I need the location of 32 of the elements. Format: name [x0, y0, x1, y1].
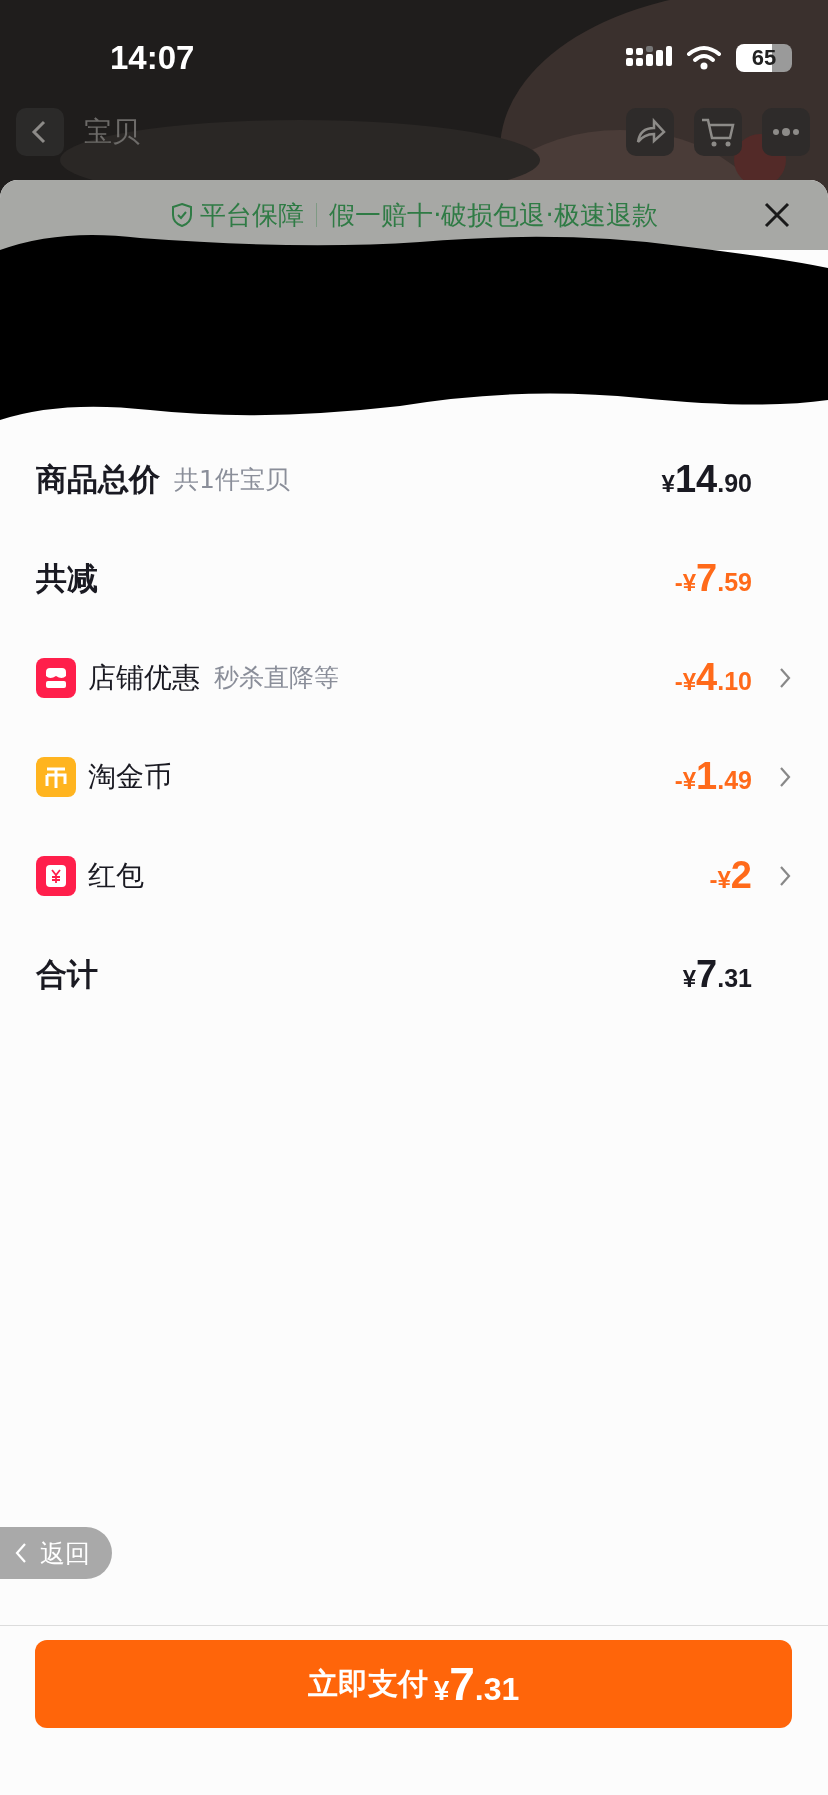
cart-icon[interactable] [694, 108, 742, 156]
amount-text: ¥7.31 [682, 953, 752, 996]
back-button[interactable]: 返回 [0, 1527, 112, 1579]
banner-text: 假一赔十·破损包退·极速退款 [329, 198, 658, 232]
shield-icon [170, 202, 195, 228]
share-icon[interactable] [626, 108, 674, 156]
coin-icon [36, 756, 76, 797]
row-label: 合计 [36, 954, 98, 994]
banner-title: 平台保障 [200, 198, 305, 232]
store-icon [36, 657, 76, 698]
amount-text: ¥14.90 [661, 458, 752, 501]
amount-text: -¥4.10 [674, 656, 752, 699]
row-note: 秒杀直降等 [214, 662, 339, 694]
battery-icon: 65 [736, 44, 792, 72]
status-time: 14:07 [110, 39, 195, 77]
row-note: 共1件宝贝 [174, 464, 290, 496]
row-label: 淘金币 [88, 758, 172, 795]
row-label: 商品总价 [36, 459, 160, 499]
back-icon[interactable] [16, 108, 64, 156]
amount-text: -¥2 [709, 854, 752, 897]
row-label: 红包 [88, 857, 144, 894]
more-icon[interactable] [762, 108, 810, 156]
amount-text: -¥1.49 [674, 755, 752, 798]
envelope-icon [36, 855, 76, 896]
chevron-left-icon [14, 1541, 28, 1565]
nav-tab[interactable]: 宝贝 [84, 113, 140, 151]
wifi-icon [686, 45, 722, 71]
row-label: 共减 [36, 558, 98, 598]
close-icon[interactable] [762, 200, 792, 230]
row-label: 店铺优惠 [88, 659, 200, 696]
amount-text: -¥7.59 [674, 557, 752, 600]
pay-button[interactable]: 立即支付 ¥7.31 [35, 1640, 792, 1728]
